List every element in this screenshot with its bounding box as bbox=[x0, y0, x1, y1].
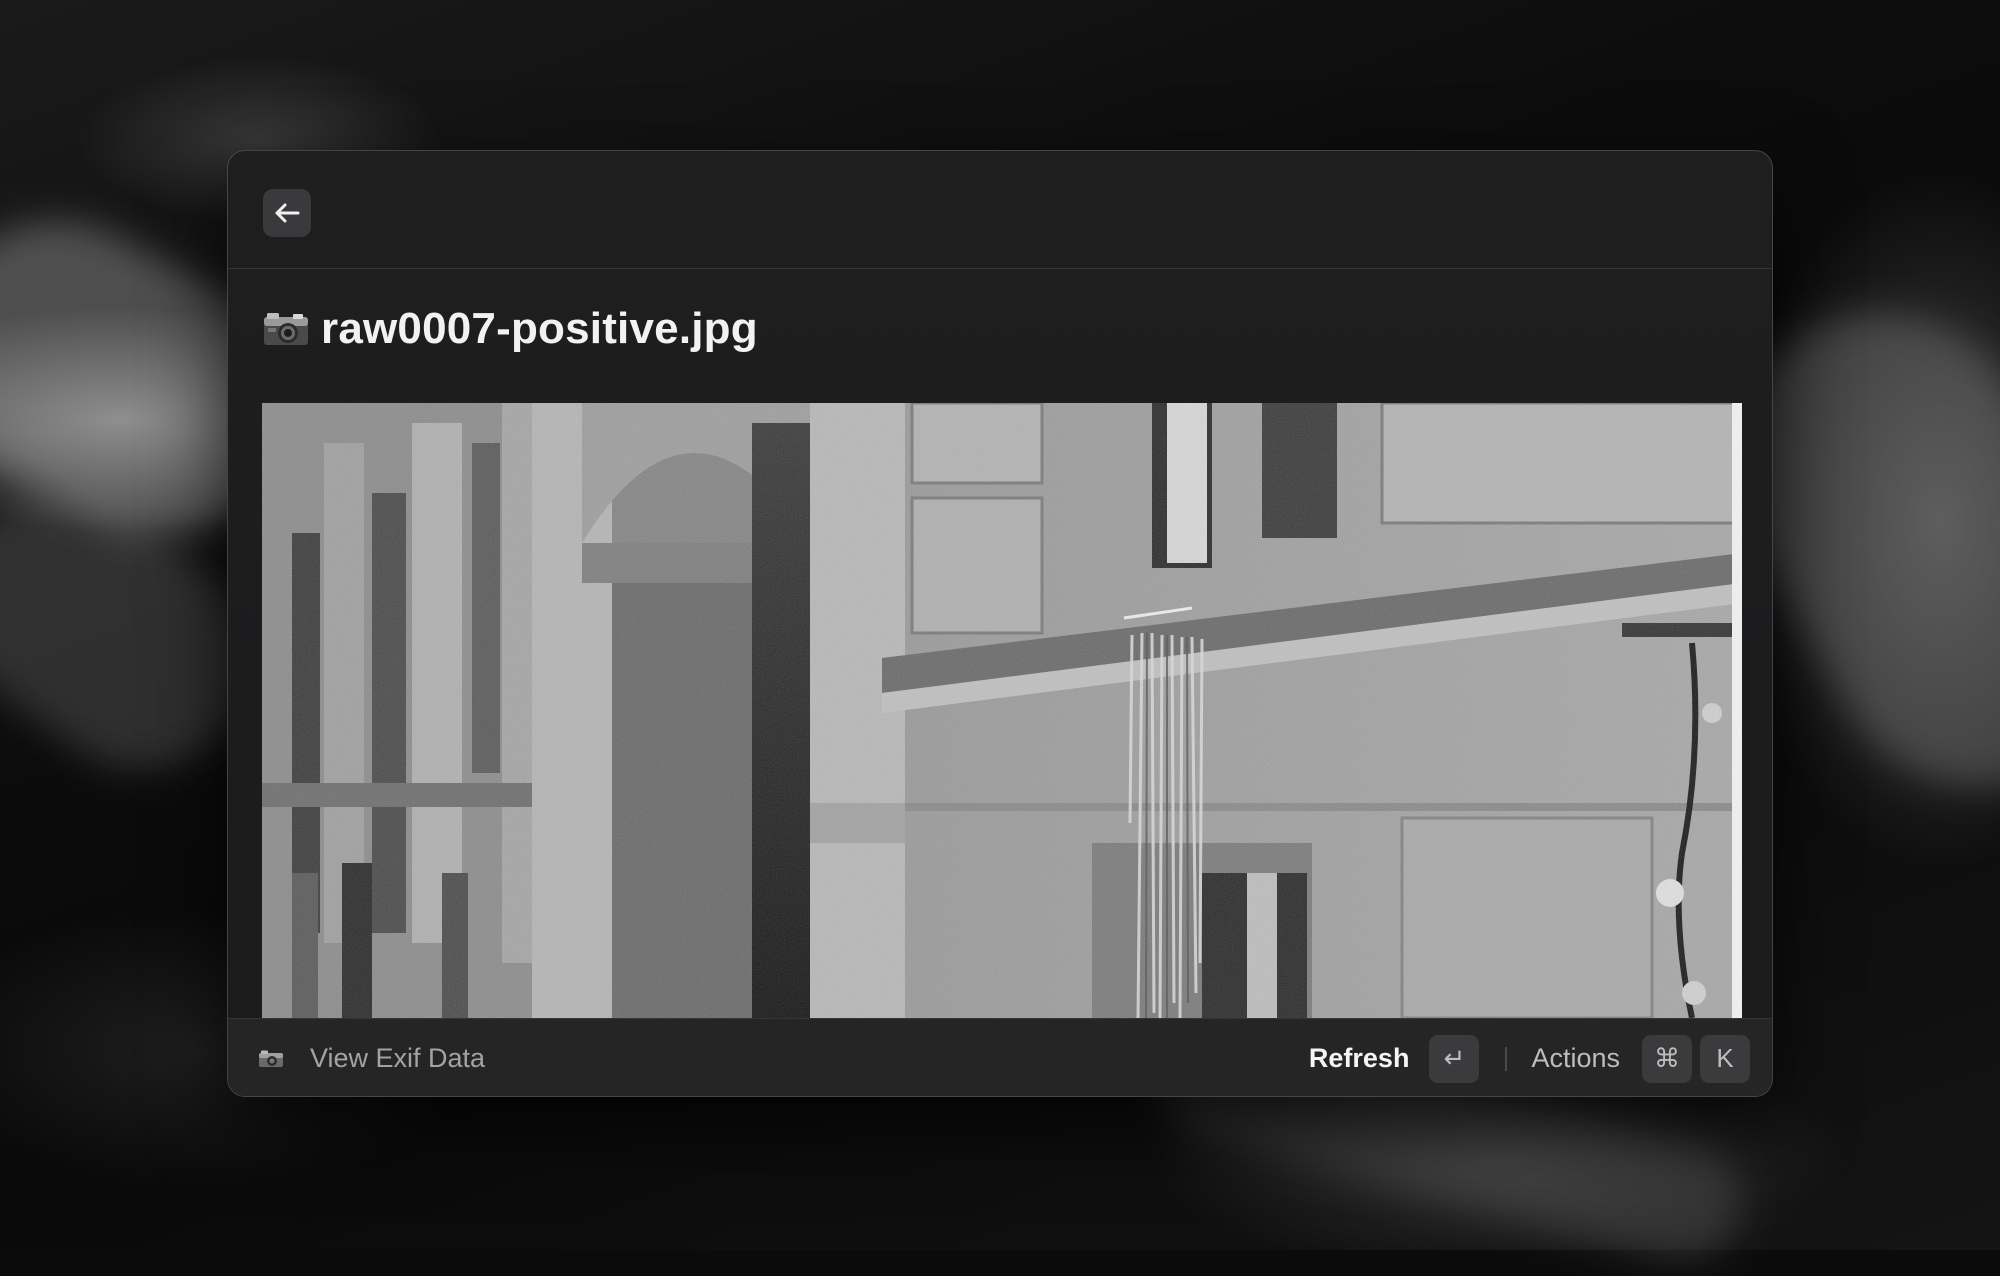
page-title: raw0007-positive.jpg bbox=[321, 304, 758, 353]
separator bbox=[1505, 1046, 1508, 1071]
title-row: raw0007-positive.jpg bbox=[263, 299, 758, 359]
refresh-button[interactable]: Refresh bbox=[1309, 1043, 1410, 1074]
actions-button[interactable]: Actions bbox=[1531, 1043, 1620, 1074]
photo-preview bbox=[262, 403, 1742, 1018]
command-key-icon: ⌘ bbox=[1642, 1034, 1692, 1083]
back-button[interactable] bbox=[263, 189, 311, 237]
camera-with-flash-icon bbox=[264, 313, 308, 345]
action-bar: View Exif Data Refresh ↵ Actions ⌘ K bbox=[228, 1018, 1772, 1096]
footer-shortcuts: Refresh ↵ Actions ⌘ K bbox=[1309, 1034, 1750, 1083]
return-key-icon: ↵ bbox=[1429, 1034, 1480, 1083]
building-facade-image bbox=[262, 403, 1742, 1018]
k-key: K bbox=[1700, 1034, 1750, 1083]
view-exif-data-label: View Exif Data bbox=[310, 1043, 486, 1073]
primary-action[interactable]: View Exif Data bbox=[258, 1043, 485, 1074]
raycast-window: raw0007-positive.jpg View Exif Data Refr… bbox=[227, 150, 1773, 1097]
top-bar bbox=[228, 151, 1772, 269]
camera-icon bbox=[259, 1050, 283, 1067]
arrow-left-icon bbox=[275, 203, 300, 223]
